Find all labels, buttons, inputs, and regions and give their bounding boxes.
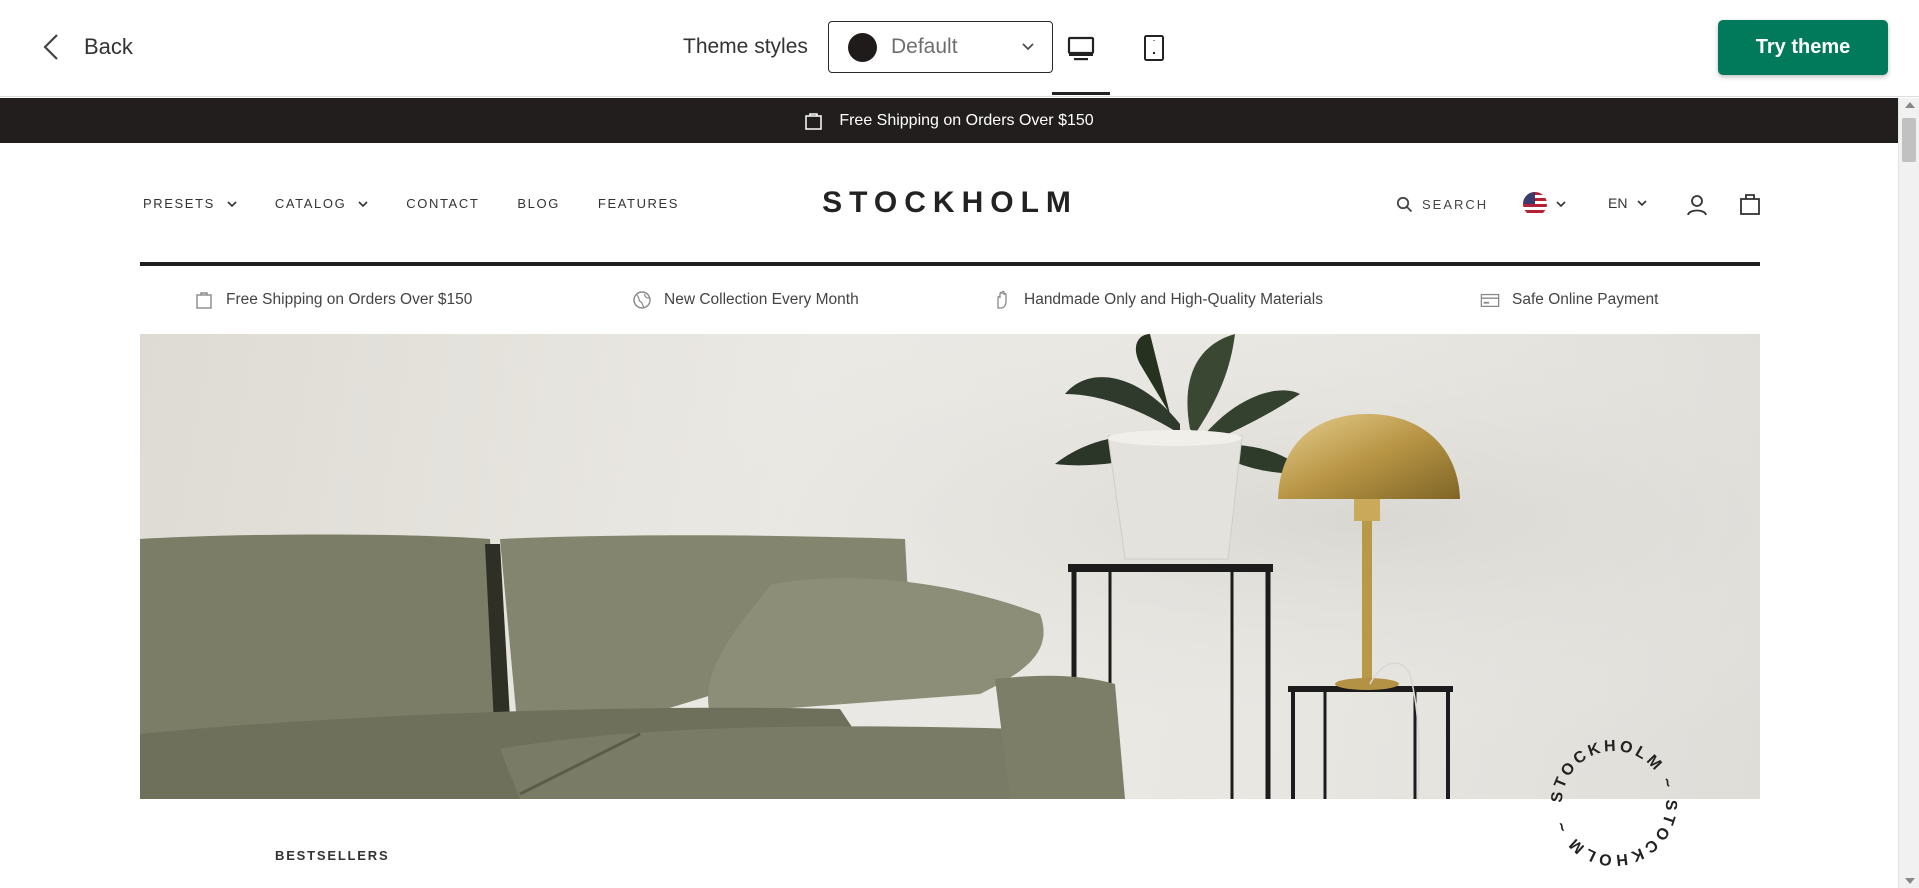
announcement-bar: Free Shipping on Orders Over $150 [0, 98, 1898, 143]
nav-item-contact[interactable]: CONTACT [406, 196, 479, 211]
chevron-down-icon [1637, 200, 1648, 207]
desktop-icon [1067, 36, 1095, 61]
feature-handmade: Handmade Only and High-Quality Materials [992, 290, 1323, 310]
scroll-up-arrow[interactable] [1905, 102, 1915, 108]
nav-label: BLOG [517, 196, 560, 211]
bag-icon [196, 292, 212, 309]
store-nav: PRESETS CATALOG CONTACT BLOG FEATURES [143, 196, 717, 211]
theme-styles-label: Theme styles [683, 35, 808, 58]
preview-toolbar: Back Theme styles Default Try theme [0, 0, 1919, 97]
nav-item-features[interactable]: FEATURES [598, 196, 679, 211]
nav-label: CONTACT [406, 196, 480, 211]
card-icon [1480, 293, 1500, 308]
language-selector[interactable]: EN [1608, 195, 1648, 211]
globe-icon [633, 291, 651, 309]
chevron-down-icon [358, 200, 368, 207]
nav-item-blog[interactable]: BLOG [517, 196, 560, 211]
chevron-down-icon [1022, 43, 1034, 51]
scroll-down-arrow[interactable] [1905, 878, 1915, 884]
nav-item-catalog[interactable]: CATALOG [275, 196, 368, 211]
hero-banner[interactable] [140, 334, 1760, 799]
feature-new-collection: New Collection Every Month [632, 290, 859, 310]
stockholm-circular-badge: STOCKHOLM ~ STOCKHOLM ~ [1549, 738, 1680, 869]
hand-icon [997, 290, 1007, 309]
cart-icon[interactable] [1739, 192, 1761, 216]
language-value: EN [1608, 195, 1628, 211]
theme-style-select[interactable]: Default [828, 21, 1053, 73]
nav-label: FEATURES [597, 196, 680, 211]
preview-scrollbar[interactable] [1898, 98, 1919, 888]
badge-text: STOCKHOLM ~ STOCKHOLM ~ [1549, 738, 1676, 869]
search-icon [1396, 196, 1413, 213]
account-icon[interactable] [1685, 193, 1709, 217]
features-strip: Free Shipping on Orders Over $150 New Co… [140, 282, 1760, 318]
search-label: SEARCH [1422, 197, 1489, 212]
search-button[interactable]: SEARCH [1396, 196, 1488, 213]
country-selector[interactable] [1523, 192, 1566, 216]
back-button[interactable]: Back [40, 30, 133, 64]
store-logo[interactable]: STOCKHOLM [820, 186, 1080, 220]
scroll-thumb[interactable] [1902, 118, 1916, 162]
nav-label: PRESETS [143, 196, 215, 211]
announcement-text: Free Shipping on Orders Over $150 [839, 111, 1094, 129]
color-swatch [848, 32, 877, 62]
us-flag-icon [1523, 192, 1547, 216]
theme-style-value: Default [891, 35, 958, 58]
feature-text: New Collection Every Month [664, 291, 859, 308]
svg-text:STOCKHOLM ~ STOCKHOLM ~: STOCKHOLM ~ STOCKHOLM ~ [1549, 738, 1680, 869]
desktop-view-button[interactable] [1052, 28, 1110, 95]
feature-text: Free Shipping on Orders Over $150 [226, 291, 473, 308]
nav-label: CATALOG [274, 196, 347, 211]
chevron-left-icon [43, 34, 58, 60]
hero-image [140, 334, 1760, 799]
nav-item-presets[interactable]: PRESETS [143, 196, 237, 211]
try-theme-button[interactable]: Try theme [1718, 20, 1888, 75]
chevron-down-icon [227, 200, 237, 207]
feature-text: Safe Online Payment [1512, 291, 1659, 308]
feature-free-shipping: Free Shipping on Orders Over $150 [194, 290, 472, 310]
chevron-down-icon [1556, 201, 1566, 208]
bag-icon [805, 112, 823, 130]
mobile-view-button[interactable] [1130, 28, 1178, 68]
header-divider [140, 262, 1760, 266]
back-label: Back [84, 34, 133, 59]
bestsellers-heading: BESTSELLERS [275, 848, 390, 863]
feature-text: Handmade Only and High-Quality Materials [1024, 291, 1323, 308]
mobile-icon [1144, 35, 1164, 61]
plant-pot [1107, 435, 1243, 560]
feature-safe-payment: Safe Online Payment [1480, 290, 1658, 310]
